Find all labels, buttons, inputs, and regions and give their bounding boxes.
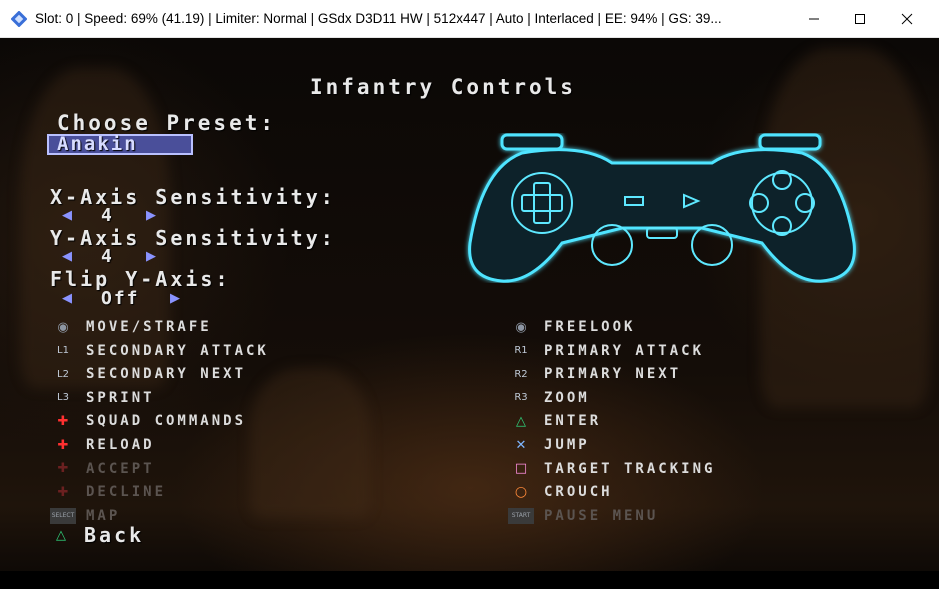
y-axis-right-arrow-icon[interactable]: ▶ [146, 249, 156, 264]
minimize-button[interactable] [791, 0, 837, 37]
control-row: ✚ DECLINE [50, 482, 166, 502]
triangle-icon: △ [56, 527, 66, 543]
maximize-icon [855, 13, 865, 24]
menu-title: Infantry Controls [310, 75, 576, 99]
square-icon: □ [514, 461, 528, 477]
y-axis-value: 4 [101, 246, 114, 267]
flip-y-axis-label: Flip Y-Axis: [50, 267, 231, 291]
x-axis-right-arrow-icon[interactable]: ▶ [146, 208, 156, 223]
l1-icon: L1 [57, 345, 69, 357]
select-icon: SELECT [50, 507, 76, 524]
control-row: ◉ FREELOOK [508, 317, 635, 337]
window-title-bar[interactable]: Slot: 0 | Speed: 69% (41.19) | Limiter: … [0, 0, 939, 38]
window-title: Slot: 0 | Speed: 69% (41.19) | Limiter: … [35, 11, 722, 26]
control-label: SQUAD COMMANDS [86, 413, 247, 430]
control-label: DECLINE [86, 484, 167, 501]
close-icon [901, 13, 913, 24]
x-axis-label: X-Axis Sensitivity: [50, 185, 336, 209]
game-screen[interactable]: Infantry Controls Choose Preset: Anakin … [0, 38, 939, 589]
control-label: ACCEPT [86, 460, 155, 477]
triangle-icon: △ [516, 413, 526, 429]
control-row: L3 SPRINT [50, 388, 155, 408]
control-row: ✚ SQUAD COMMANDS [50, 411, 246, 431]
control-label: SECONDARY NEXT [86, 366, 247, 383]
control-label: ZOOM [544, 389, 590, 406]
control-label: CROUCH [544, 484, 613, 501]
dpad-up-icon: ✚ [57, 413, 69, 429]
maximize-button[interactable] [837, 0, 883, 37]
background-rock [250, 368, 370, 518]
control-row: START PAUSE MENU [508, 506, 658, 526]
control-label: PRIMARY NEXT [544, 366, 682, 383]
control-row: ○ CROUCH [508, 482, 613, 502]
control-row: □ TARGET TRACKING [508, 459, 715, 479]
left-stick-icon: ◉ [57, 319, 69, 335]
control-label: SPRINT [86, 389, 155, 406]
r2-icon: R2 [514, 368, 528, 380]
x-axis-left-arrow-icon[interactable]: ◀ [62, 208, 72, 223]
flip-y-right-arrow-icon[interactable]: ▶ [170, 291, 180, 306]
dpad-right-icon: ✚ [57, 484, 69, 500]
control-row: ✚ ACCEPT [50, 459, 155, 479]
minimize-icon [809, 18, 819, 19]
pcsx2-app-icon [11, 10, 27, 27]
flip-y-axis-value: Off [101, 288, 140, 309]
control-row: ✕ JUMP [508, 435, 590, 455]
back-button[interactable]: △ Back [48, 523, 145, 547]
control-row: L1 SECONDARY ATTACK [50, 341, 269, 361]
close-button[interactable] [884, 0, 930, 37]
start-icon: START [508, 507, 534, 524]
dpad-down-icon: ✚ [57, 437, 69, 453]
control-label: SECONDARY ATTACK [86, 342, 269, 359]
control-row: △ ENTER [508, 411, 601, 431]
y-axis-left-arrow-icon[interactable]: ◀ [62, 249, 72, 264]
l3-icon: L3 [57, 392, 69, 404]
control-label: MAP [86, 507, 121, 524]
control-row: R1 PRIMARY ATTACK [508, 341, 704, 361]
control-row: ✚ RELOAD [50, 435, 155, 455]
r1-icon: R1 [514, 345, 528, 357]
letterbox-bar [0, 571, 939, 589]
gamepad-diagram [468, 133, 856, 283]
control-label: FREELOOK [544, 319, 636, 335]
circle-icon: ○ [514, 484, 528, 501]
control-label: JUMP [544, 437, 590, 453]
control-label: PRIMARY ATTACK [544, 342, 705, 359]
preset-label: Choose Preset: [57, 111, 277, 135]
control-label: RELOAD [86, 437, 155, 453]
control-row: L2 SECONDARY NEXT [50, 364, 246, 384]
control-label: MOVE/STRAFE [86, 319, 212, 335]
preset-value: Anakin [57, 133, 138, 155]
control-row: R2 PRIMARY NEXT [508, 364, 681, 384]
dpad-left-icon: ✚ [57, 461, 69, 477]
control-row: R3 ZOOM [508, 388, 590, 408]
control-row: ◉ MOVE/STRAFE [50, 317, 212, 337]
control-label: TARGET TRACKING [544, 460, 716, 477]
cross-icon: ✕ [515, 437, 527, 453]
y-axis-label: Y-Axis Sensitivity: [50, 226, 336, 250]
back-label: Back [84, 523, 145, 547]
control-label: ENTER [544, 413, 602, 430]
right-stick-icon: ◉ [515, 319, 527, 335]
l2-icon: L2 [57, 368, 69, 380]
flip-y-left-arrow-icon[interactable]: ◀ [62, 291, 72, 306]
control-label: PAUSE MENU [544, 507, 659, 524]
x-axis-value: 4 [101, 205, 114, 226]
r3-icon: R3 [514, 392, 528, 404]
